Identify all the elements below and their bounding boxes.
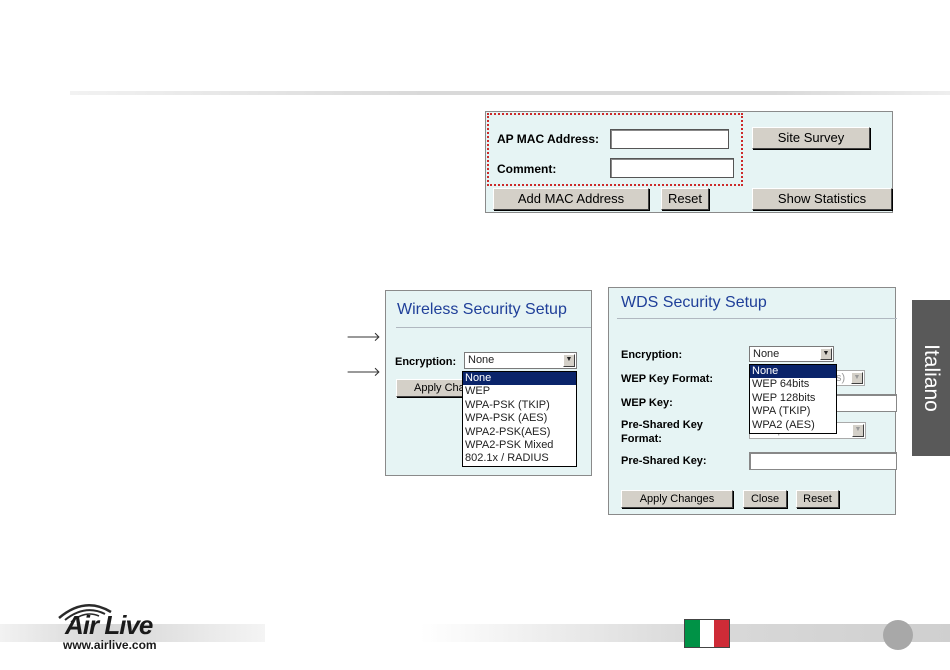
dropdown-option[interactable]: None (750, 365, 836, 379)
encryption-select[interactable]: None ▼ (464, 352, 577, 369)
show-statistics-button[interactable]: Show Statistics (752, 188, 892, 210)
comment-input[interactable] (610, 158, 734, 178)
wds-encryption-dropdown-list: None WEP 64bits WEP 128bits WPA (TKIP) W… (749, 364, 837, 434)
psk-format-label-cont: Format: (621, 433, 662, 445)
psk-label: Pre-Shared Key: (621, 455, 707, 467)
dropdown-option[interactable]: 802.1x / RADIUS (463, 452, 576, 465)
mac-address-panel: AP MAC Address: Comment: Site Survey Add… (485, 111, 893, 213)
comment-label: Comment: (497, 162, 557, 176)
encryption-selected-value: None (468, 354, 495, 366)
dropdown-option[interactable]: WPA (TKIP) (750, 405, 836, 418)
dropdown-option[interactable]: WPA-PSK (AES) (463, 412, 576, 425)
dropdown-option[interactable]: WEP (463, 385, 576, 398)
dropdown-option[interactable]: WPA2-PSK(AES) (463, 426, 576, 439)
brand-name: Air Live (65, 610, 153, 640)
dropdown-option[interactable]: None (463, 372, 576, 386)
chevron-down-icon[interactable]: ▼ (851, 372, 863, 384)
psk-input[interactable] (749, 452, 897, 470)
wireless-title: Wireless Security Setup (397, 301, 567, 318)
dropdown-option[interactable]: WPA2-PSK Mixed (463, 439, 576, 452)
encryption-dropdown-list: None WEP WPA-PSK (TKIP) WPA-PSK (AES) WP… (462, 371, 577, 467)
wds-apply-changes-button[interactable]: Apply Changes (621, 490, 733, 508)
wds-reset-button[interactable]: Reset (796, 490, 839, 508)
dropdown-option[interactable]: WEP 128bits (750, 392, 836, 405)
dropdown-option[interactable]: WPA2 (AES) (750, 419, 836, 432)
wep-key-format-label: WEP Key Format: (621, 373, 714, 385)
psk-format-label: Pre-Shared Key (621, 419, 703, 431)
language-tab-label: Italiano (920, 344, 943, 412)
ap-mac-label: AP MAC Address: (497, 132, 600, 146)
chevron-down-icon[interactable]: ▼ (820, 348, 832, 360)
italian-flag-icon (684, 619, 730, 648)
page-number-circle (883, 620, 913, 650)
dropdown-option[interactable]: WPA-PSK (TKIP) (463, 399, 576, 412)
dropdown-option[interactable]: WEP 64bits (750, 378, 836, 391)
wireless-security-panel: Wireless Security Setup Encryption: None… (385, 290, 592, 476)
brand-url: www.airlive.com (63, 638, 157, 652)
wds-security-panel: WDS Security Setup Encryption: WEP Key F… (608, 287, 897, 515)
title-divider (396, 327, 591, 328)
wds-title: WDS Security Setup (621, 294, 767, 311)
site-survey-button[interactable]: Site Survey (752, 127, 870, 149)
chevron-down-icon[interactable]: ▼ (563, 354, 575, 367)
arrow-right-icon: 🡒 (346, 364, 381, 379)
airlive-logo: Air Live www.airlive.com (55, 600, 195, 656)
title-divider (617, 318, 897, 319)
add-mac-address-button[interactable]: Add MAC Address (493, 188, 649, 210)
encryption-label: Encryption: (395, 356, 457, 368)
arrow-right-icon: 🡒 (346, 329, 381, 344)
language-side-tab: Italiano (912, 300, 950, 456)
wds-encryption-select[interactable]: None ▼ (749, 346, 834, 362)
apply-changes-button[interactable]: Apply Changes (396, 379, 466, 397)
wep-key-label: WEP Key: (621, 397, 673, 409)
header-rule (70, 91, 950, 95)
wds-encryption-selected-value: None (753, 348, 780, 360)
wep-key-format-select[interactable]: s) ▼ (835, 370, 865, 386)
wds-encryption-label: Encryption: (621, 349, 683, 361)
ap-mac-input[interactable] (610, 129, 729, 149)
wds-close-button[interactable]: Close (743, 490, 787, 508)
reset-button[interactable]: Reset (661, 188, 709, 210)
apply-changes-label: Apply Changes (414, 382, 465, 394)
wep-key-format-value: s) (836, 372, 846, 384)
chevron-down-icon[interactable]: ▼ (852, 424, 864, 437)
